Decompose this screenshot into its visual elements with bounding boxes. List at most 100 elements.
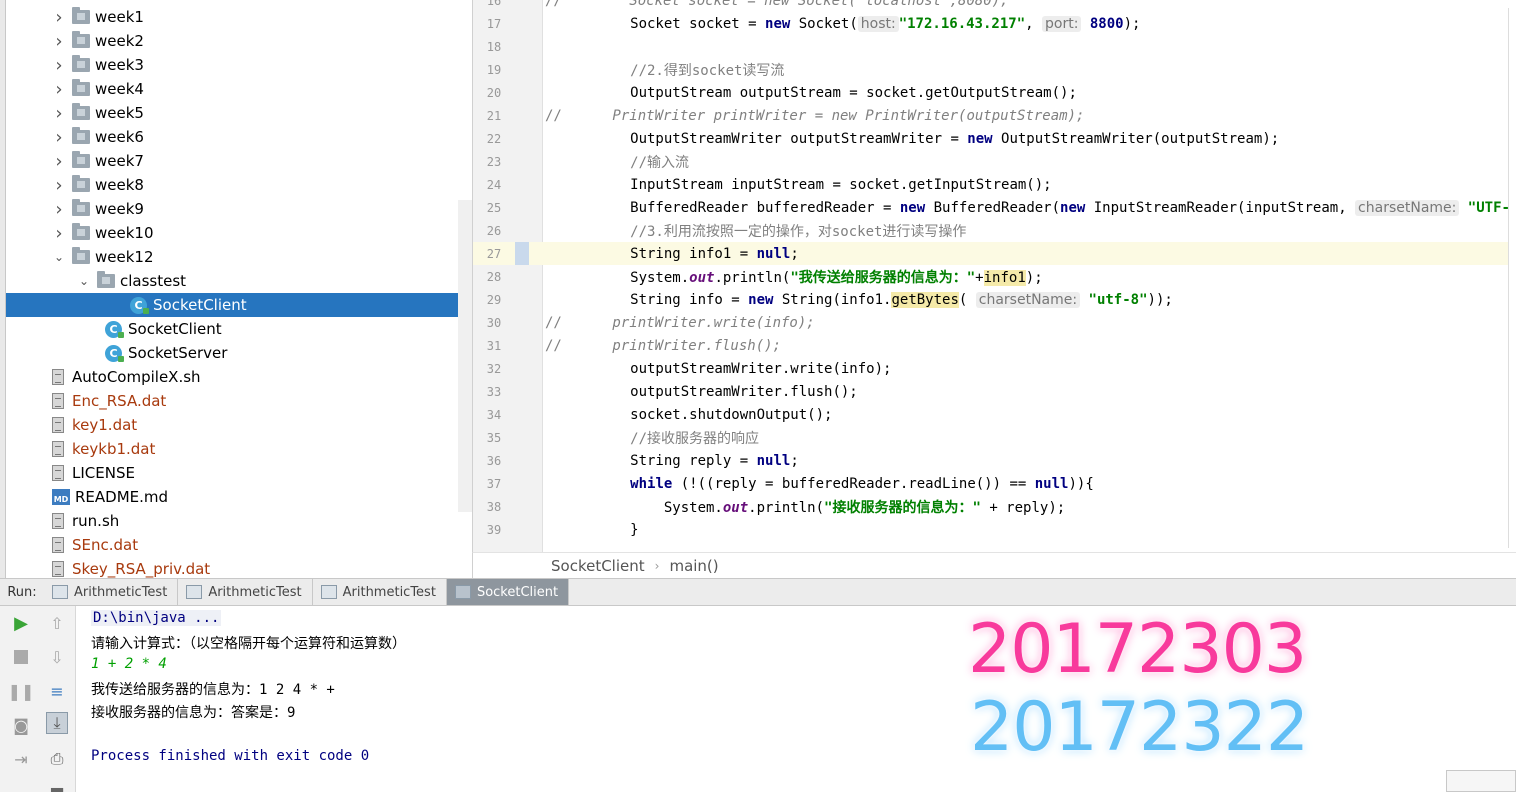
breadcrumb-file[interactable]: SocketClient: [551, 557, 645, 575]
rerun-icon[interactable]: ▶: [10, 612, 32, 634]
tree-item[interactable]: › week7: [6, 149, 472, 173]
code-text: System.out.println("我传送给服务器的信息为："+info1)…: [529, 267, 1043, 287]
chevron-right-icon[interactable]: ›: [52, 7, 66, 28]
chevron-right-icon[interactable]: ›: [52, 103, 66, 124]
chevron-right-icon[interactable]: ›: [52, 79, 66, 100]
chevron-right-icon[interactable]: ›: [52, 127, 66, 148]
tree-item[interactable]: MD README.md: [6, 485, 472, 509]
code-line[interactable]: 29 String info = new String(info1.getByt…: [473, 288, 1508, 311]
code-line[interactable]: 16 // Socket socket = new Socket("localho…: [473, 0, 1508, 12]
tree-item[interactable]: › week6: [6, 125, 472, 149]
code-line[interactable]: 17 Socket socket = new Socket(host: "172.…: [473, 12, 1508, 35]
scroll-up-icon[interactable]: ⇧: [46, 612, 68, 634]
code-line[interactable]: 23 //输入流: [473, 150, 1508, 173]
code-editor[interactable]: 16 // Socket socket = new Socket("localho…: [472, 0, 1516, 552]
tree-item[interactable]: AutoCompileX.sh: [6, 365, 472, 389]
code-line[interactable]: 27 String info1 = null;: [473, 242, 1508, 265]
chevron-right-icon[interactable]: ›: [52, 151, 66, 172]
chevron-down-icon[interactable]: ⌄: [77, 274, 91, 288]
run-tab[interactable]: ArithmeticTest: [178, 579, 313, 605]
line-number: 25: [486, 200, 502, 215]
folder-icon: [72, 175, 90, 192]
code-line[interactable]: 22 OutputStreamWriter outputStreamWriter…: [473, 127, 1508, 150]
tree-item[interactable]: › week9: [6, 197, 472, 221]
code-line[interactable]: 35 //接收服务器的响应: [473, 426, 1508, 449]
tree-item-label: week7: [95, 152, 144, 170]
tree-item[interactable]: keykb1.dat: [6, 437, 472, 461]
chevron-right-icon[interactable]: ›: [52, 199, 66, 220]
editor-scrollbar[interactable]: [1508, 8, 1516, 548]
code-token: String info =: [562, 291, 749, 308]
line-number: 27: [486, 246, 502, 261]
run-config-icon: [320, 585, 337, 599]
code-line[interactable]: 21 // PrintWriter printWriter = new Print…: [473, 104, 1508, 127]
code-token: "我传送给服务器的信息为：": [790, 269, 976, 286]
code-line[interactable]: 37 while (!((reply = bufferedReader.read…: [473, 472, 1508, 495]
tree-item[interactable]: C SocketClient: [6, 317, 472, 341]
code-line[interactable]: 30 // printWriter.write(info);: [473, 311, 1508, 334]
scroll-down-icon[interactable]: ⇩: [46, 646, 68, 668]
print-icon[interactable]: ⎙: [46, 748, 68, 770]
tree-item[interactable]: ⌄ week12: [6, 245, 472, 269]
tree-item[interactable]: › week4: [6, 77, 472, 101]
chevron-right-icon[interactable]: ›: [52, 31, 66, 52]
code-line[interactable]: 39 }: [473, 518, 1508, 541]
tree-scrollbar[interactable]: [458, 200, 472, 512]
code-token: .println(: [714, 269, 791, 286]
tree-item[interactable]: › week2: [6, 29, 472, 53]
code-token: null: [756, 245, 791, 262]
tree-item[interactable]: C SocketServer: [6, 341, 472, 365]
code-line[interactable]: 20 OutputStream outputStream = socket.ge…: [473, 81, 1508, 104]
run-tab[interactable]: ArithmeticTest: [44, 579, 179, 605]
chevron-down-icon[interactable]: ⌄: [52, 250, 66, 264]
code-line[interactable]: 25 BufferedReader bufferedReader = new B…: [473, 196, 1516, 219]
code-line[interactable]: 24 InputStream inputStream = socket.getI…: [473, 173, 1508, 196]
chevron-right-icon[interactable]: ›: [52, 55, 66, 76]
tree-item[interactable]: key1.dat: [6, 413, 472, 437]
code-line[interactable]: 19 //2.得到socket读写流: [473, 58, 1508, 81]
tree-item-label: week10: [95, 224, 154, 242]
chevron-right-icon[interactable]: ›: [52, 223, 66, 244]
tree-item[interactable]: › week1: [6, 5, 472, 29]
tree-item[interactable]: › week3: [6, 53, 472, 77]
code-line[interactable]: 38 System.out.println("接收服务器的信息为：" + rep…: [473, 495, 1508, 518]
line-number: 36: [486, 453, 502, 468]
scroll-to-end-icon[interactable]: ⤓: [46, 712, 68, 734]
tree-item[interactable]: Skey_RSA_priv.dat: [6, 557, 472, 578]
tree-item[interactable]: SEnc.dat: [6, 533, 472, 557]
tree-item[interactable]: › week8: [6, 173, 472, 197]
tree-item[interactable]: › week10: [6, 221, 472, 245]
code-line[interactable]: 36 String reply = null;: [473, 449, 1508, 472]
code-line[interactable]: 32 outputStreamWriter.write(info);: [473, 357, 1508, 380]
tree-item[interactable]: C SocketClient: [6, 293, 472, 317]
code-line[interactable]: 26 //3.利用流按照一定的操作，对socket进行读写操作: [473, 219, 1508, 242]
code-line[interactable]: 31 // printWriter.flush();: [473, 334, 1508, 357]
camera-icon[interactable]: ◙: [10, 714, 32, 736]
code-token: new: [1060, 199, 1086, 216]
code-line[interactable]: 34 socket.shutdownOutput();: [473, 403, 1508, 426]
stop-icon[interactable]: [10, 646, 32, 668]
chevron-right-icon[interactable]: ›: [52, 175, 66, 196]
line-number: 33: [486, 384, 502, 399]
run-tab[interactable]: ArithmeticTest: [313, 579, 447, 605]
exit-icon[interactable]: ⇥: [10, 748, 32, 770]
code-token: printWriter.write(info);: [561, 314, 815, 331]
soft-wrap-icon[interactable]: ≡: [46, 680, 68, 702]
tree-item[interactable]: run.sh: [6, 509, 472, 533]
code-line[interactable]: 18: [473, 35, 1508, 58]
breadcrumb-method[interactable]: main(): [669, 557, 718, 575]
code-line[interactable]: 28 System.out.println("我传送给服务器的信息为："+inf…: [473, 265, 1508, 288]
status-corner-widget[interactable]: [1446, 770, 1516, 792]
trash-icon[interactable]: ▬: [46, 778, 68, 792]
code-line[interactable]: 33 outputStreamWriter.flush();: [473, 380, 1508, 403]
tree-item[interactable]: Enc_RSA.dat: [6, 389, 472, 413]
pause-icon[interactable]: ❚❚: [8, 680, 35, 702]
gutter-marker: [515, 127, 529, 150]
line-number: 26: [486, 223, 502, 238]
run-tab[interactable]: SocketClient: [446, 579, 570, 605]
tree-item[interactable]: ⌄ classtest: [6, 269, 472, 293]
code-text: Socket socket = new Socket(host: "172.16.…: [529, 15, 1140, 32]
tree-item[interactable]: › week5: [6, 101, 472, 125]
tree-item[interactable]: LICENSE: [6, 461, 472, 485]
